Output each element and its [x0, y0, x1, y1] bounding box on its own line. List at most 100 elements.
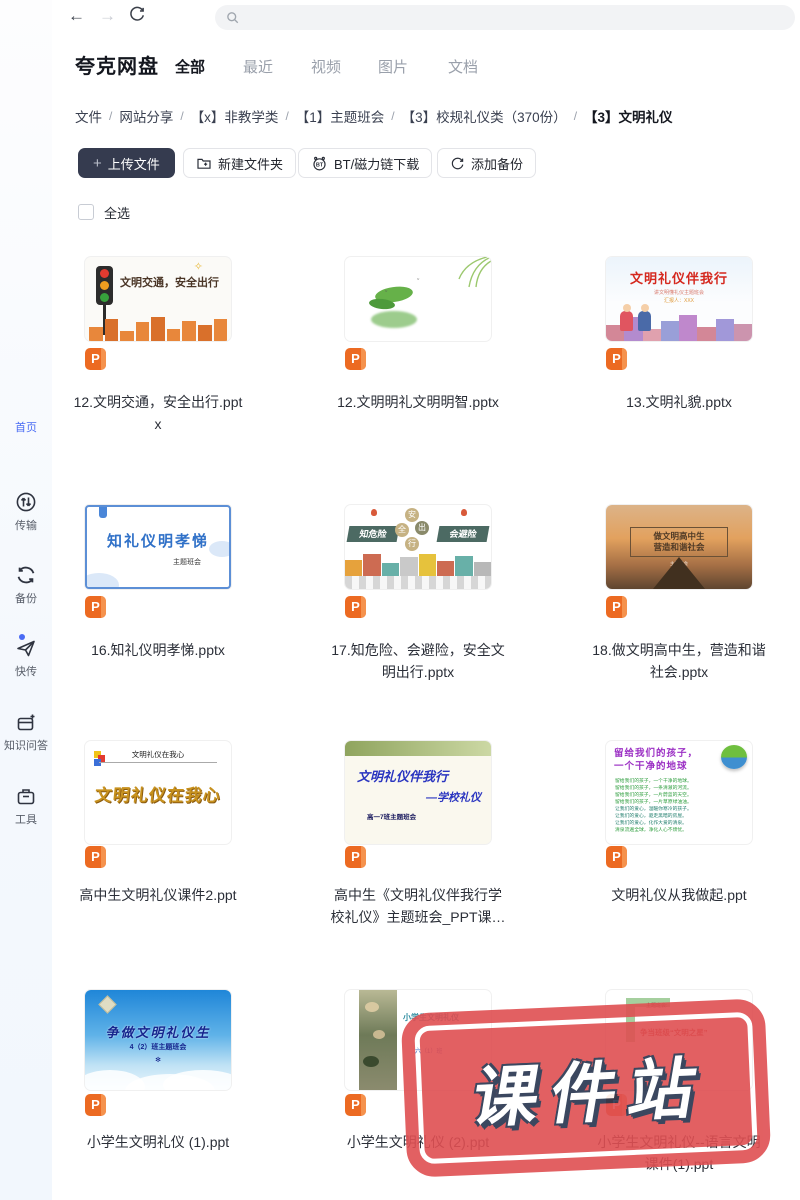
thumb-title: 文明礼仪伴我行 — [606, 268, 752, 287]
flower-graphic — [363, 1056, 379, 1067]
file-name[interactable]: 13.文明礼貌.pptx — [567, 391, 791, 413]
file-thumbnail[interactable]: 知危险 会避险 安 全 出 行 — [345, 505, 491, 589]
breadcrumb-item[interactable]: 网站分享 — [119, 106, 173, 126]
balloon-graphic — [461, 509, 467, 516]
new-folder-label: 新建文件夹 — [218, 154, 283, 173]
file-name[interactable]: 12.文明交通，安全出行.pptx — [46, 391, 270, 435]
file-thumbnail[interactable]: 争做文明礼仪生 4（2）班主题班会 ✻ — [85, 990, 231, 1090]
poem-text: 留给我们的孩子，一个干净的地球。 留给我们的孩子，一条清澈的河流。 留给我们的孩… — [615, 778, 692, 834]
file-card: 文明礼仪伴我行 讲文明懂礼仪主题班会 汇报人：XXX P 13.文明礼貌.ppt… — [597, 257, 761, 341]
left-sidebar: 首页 传输 备份 快传 知识问答 — [0, 0, 52, 1200]
bt-magnet-download-button[interactable]: BT BT/磁力链下载 — [298, 148, 432, 178]
file-card: 做文明高中生营造和谐社会 主题班会 P 18.做文明高中生，营造和谐社会.ppt… — [597, 505, 761, 589]
file-name[interactable]: 17.知危险、会避险，安全文明出行.pptx — [306, 639, 530, 683]
breadcrumb-item[interactable]: 文件 — [75, 106, 102, 126]
new-folder-button[interactable]: 新建文件夹 — [183, 148, 296, 178]
breadcrumb-item[interactable]: 【1】主题班会 — [296, 106, 385, 126]
select-all-label: 全选 — [104, 203, 130, 222]
folder-plus-icon — [196, 155, 212, 171]
sidebar-item-label: 知识问答 — [0, 737, 52, 753]
file-name[interactable]: 12.文明明礼文明明智.pptx — [306, 391, 530, 413]
file-name[interactable]: 文明礼仪从我做起.ppt — [567, 884, 791, 906]
star-graphic: ✻ — [85, 1056, 231, 1064]
sidebar-item-knowledge-qa[interactable]: 知识问答 — [0, 710, 52, 753]
balloon-graphic — [371, 509, 377, 516]
file-card: 文明交通，安全出行 ✧ P 12.文明交通，安全出行.pptx — [76, 257, 240, 341]
file-card: 文明礼仪伴我行 —学校礼仪 高一7班主题班会 P 高中生《文明礼仪伴我行学校礼仪… — [336, 741, 500, 844]
search-icon — [225, 10, 240, 25]
file-card: 争做文明礼仪生 4（2）班主题班会 ✻ P 小学生文明礼仪 (1).ppt — [76, 990, 240, 1090]
file-name[interactable]: 高中生《文明礼仪伴我行学校礼仪》主题班会_PPT课… — [306, 884, 530, 928]
file-name[interactable]: 16.知礼仪明孝悌.pptx — [46, 639, 270, 661]
file-thumbnail[interactable]: 文明礼仪伴我行 讲文明懂礼仪主题班会 汇报人：XXX — [606, 257, 752, 341]
circular-arrow-icon — [450, 156, 465, 171]
thumb-note: 高一7班主题班会 — [367, 811, 416, 821]
bt-magnet-icon: BT — [311, 155, 328, 172]
file-name[interactable]: 小学生文明礼仪 (1).ppt — [46, 1131, 270, 1153]
sidebar-item-backup[interactable]: 备份 — [0, 563, 52, 606]
sidebar-item-quick-send[interactable]: 快传 — [0, 636, 52, 679]
file-thumbnail[interactable]: 做文明高中生营造和谐社会 主题班会 — [606, 505, 752, 589]
bird-graphic: ✧ — [194, 260, 203, 273]
notification-dot — [19, 634, 25, 640]
tab-recent[interactable]: 最近 — [243, 56, 273, 77]
file-card: 小学生文明礼仪 六（1）班 P 小学生文明礼仪 (2).ppt — [336, 990, 500, 1090]
file-card: 留给我们的孩子，一个干净的地球 留给我们的孩子，一个干净的地球。 留给我们的孩子… — [597, 741, 761, 844]
file-thumbnail[interactable]: ˇ ˇ — [345, 257, 491, 341]
file-name[interactable]: 高中生文明礼仪课件2.ppt — [46, 884, 270, 906]
select-all-checkbox[interactable] — [78, 204, 94, 220]
ppt-file-icon: P — [606, 1094, 627, 1116]
file-card: 知危险 会避险 安 全 出 行 P 17.知危险、会避险，安全文明出行.pptx — [336, 505, 500, 589]
ppt-file-icon: P — [85, 846, 106, 868]
breadcrumb-separator: / — [285, 109, 288, 123]
leaf-reflection-graphic — [371, 311, 417, 328]
file-thumbnail[interactable]: 文明交通，安全出行 ✧ — [85, 257, 231, 341]
file-name[interactable]: 小学生文明礼仪--语言文明课件(1).ppt — [567, 1131, 791, 1175]
header-band-graphic — [345, 741, 491, 756]
thumb-title: 小学生文明礼仪 — [403, 1012, 459, 1023]
sidebar-item-home[interactable]: 首页 — [0, 416, 52, 435]
breadcrumb-item[interactable]: 【x】非教学类 — [191, 106, 279, 126]
file-card: 知礼仪明孝悌 主题班会 P 16.知礼仪明孝悌.pptx — [76, 505, 240, 589]
thumb-subtitle: 六（1）班 — [415, 1046, 442, 1055]
knowledge-box-icon — [14, 710, 38, 734]
willow-branch-graphic — [429, 257, 491, 297]
tab-document[interactable]: 文档 — [448, 56, 478, 77]
forward-icon[interactable]: → — [99, 6, 116, 26]
file-thumbnail[interactable]: 主题班会: 争当班级“文明之星” — [606, 990, 752, 1090]
circle-char: 出 — [415, 521, 429, 535]
search-input[interactable] — [215, 5, 795, 30]
file-thumbnail[interactable]: 文明礼仪在我心 文明礼仪在我心 — [85, 741, 231, 844]
kite-graphic — [98, 995, 116, 1013]
file-thumbnail[interactable]: 小学生文明礼仪 六（1）班 — [345, 990, 491, 1090]
sidebar-item-tools[interactable]: 工具 — [0, 784, 52, 827]
ppt-file-icon: P — [345, 596, 366, 618]
add-backup-button[interactable]: 添加备份 — [437, 148, 536, 178]
thumb-title: 争做文明礼仪生 — [85, 1022, 231, 1041]
city-skyline-graphic — [85, 315, 231, 341]
breadcrumb-separator: / — [180, 109, 183, 123]
tab-all[interactable]: 全部 — [175, 56, 205, 77]
crosswalk-graphic — [345, 576, 491, 589]
tab-video[interactable]: 视频 — [311, 56, 341, 77]
file-name[interactable]: 小学生文明礼仪 (2).ppt — [306, 1131, 530, 1153]
backup-refresh-icon — [14, 563, 38, 587]
thumb-title: 知礼仪明孝悌 — [87, 530, 229, 551]
earth-globe-graphic — [721, 745, 747, 769]
file-thumbnail[interactable]: 文明礼仪伴我行 —学校礼仪 高一7班主题班会 — [345, 741, 491, 844]
sidebar-item-transfer[interactable]: 传输 — [0, 490, 52, 533]
cloud-graphic — [85, 573, 119, 589]
file-thumbnail[interactable]: 留给我们的孩子，一个干净的地球 留给我们的孩子，一个干净的地球。 留给我们的孩子… — [606, 741, 752, 844]
file-thumbnail[interactable]: 知礼仪明孝悌 主题班会 — [85, 505, 231, 589]
upload-file-button[interactable]: + 上传文件 — [78, 148, 175, 178]
back-icon[interactable]: ← — [68, 6, 85, 26]
tab-image[interactable]: 图片 — [378, 56, 408, 77]
flower-graphic — [373, 1030, 385, 1039]
circle-char: 全 — [395, 523, 409, 537]
bt-download-label: BT/磁力链下载 — [334, 154, 419, 173]
app-title: 夸克网盘 — [75, 50, 159, 79]
ppt-file-icon: P — [85, 596, 106, 618]
breadcrumb-item[interactable]: 【3】校规礼仪类（370份） — [402, 106, 567, 126]
refresh-icon[interactable] — [128, 5, 146, 23]
file-name[interactable]: 18.做文明高中生，营造和谐社会.pptx — [567, 639, 791, 683]
